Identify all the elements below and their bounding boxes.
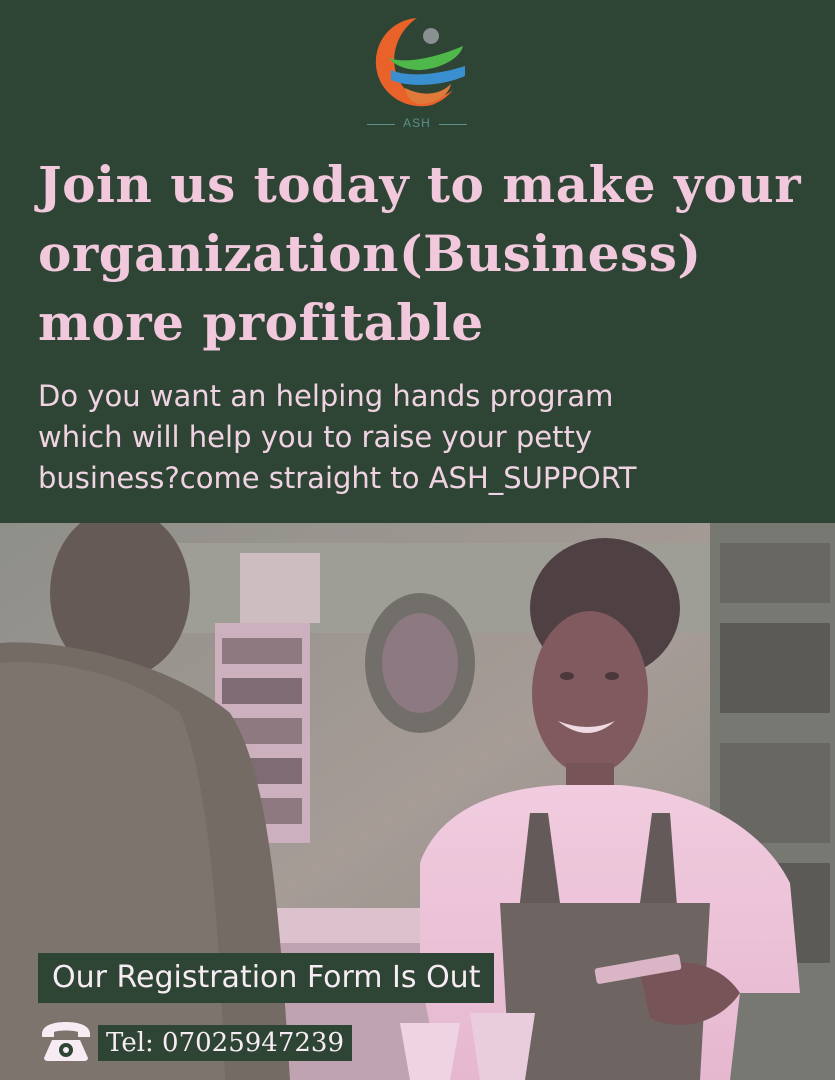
telephone-number[interactable]: Tel: 07025947239	[98, 1025, 353, 1061]
subtext-line-3: business?come straight to ASH_SUPPORT	[38, 461, 637, 495]
subtext: Do you want an helping hands program whi…	[38, 376, 818, 499]
poster: ASH Join us today to make your organizat…	[0, 0, 835, 1080]
helping-hands-logo-icon	[375, 18, 465, 107]
headline-line-1: Join us today to make your	[38, 155, 802, 214]
phone-icon	[42, 1022, 90, 1061]
headline-line-2: organization(Business)	[38, 224, 702, 283]
subtext-line-2: which will help you to raise your petty	[38, 420, 593, 454]
headline-line-3: more profitable	[38, 293, 484, 352]
ash-logo: ASH	[365, 12, 469, 134]
subtext-line-1: Do you want an helping hands program	[38, 379, 614, 413]
registration-banner: Our Registration Form Is Out	[38, 953, 495, 1003]
logo-divider-right	[439, 124, 467, 125]
headline: Join us today to make your organization(…	[38, 150, 828, 357]
logo-text: ASH	[403, 116, 431, 130]
